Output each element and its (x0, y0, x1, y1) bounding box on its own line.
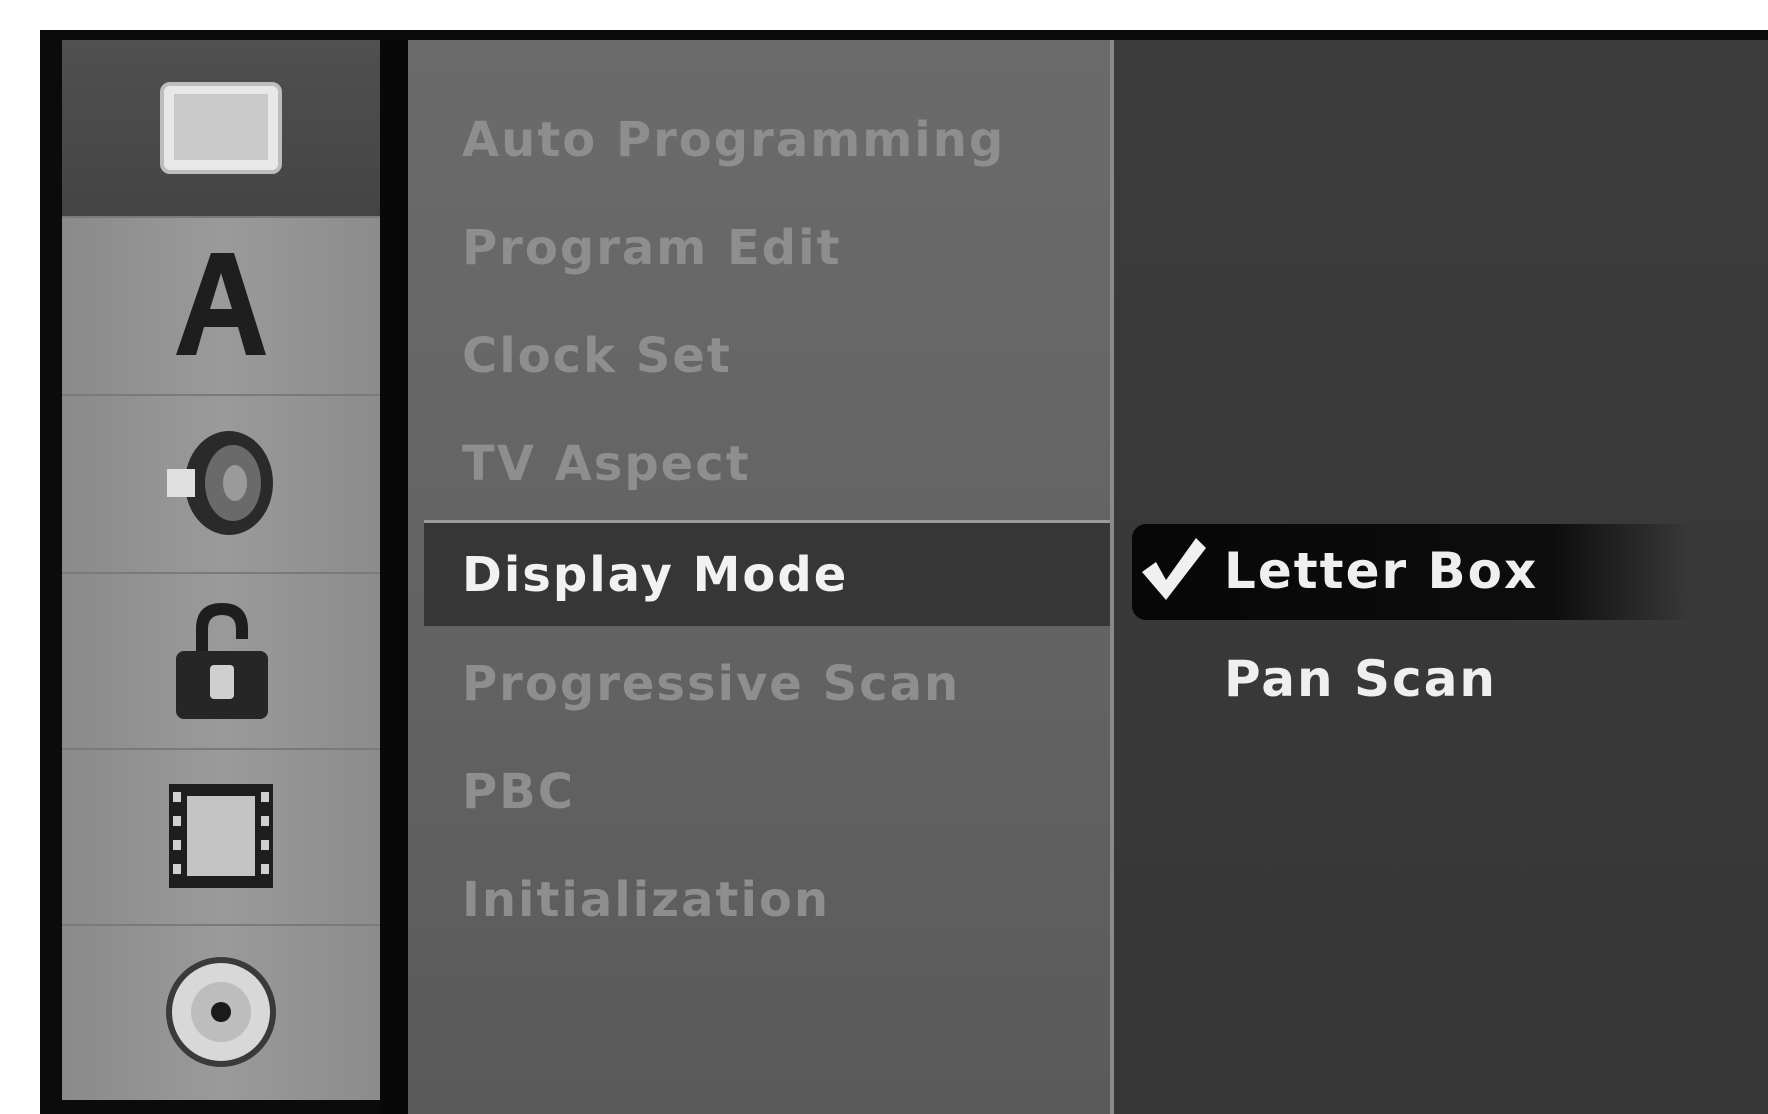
category-lock[interactable] (62, 572, 380, 750)
category-disc[interactable] (62, 924, 380, 1100)
language-icon (176, 253, 266, 355)
panel-divider (380, 40, 408, 1114)
menu-item-display-mode[interactable]: Display Mode (424, 520, 1110, 626)
menu-item-program-edit[interactable]: Program Edit (462, 208, 842, 288)
category-sidebar (62, 40, 380, 1100)
disc-icon (166, 957, 276, 1067)
option-letter-box[interactable]: Letter Box (1224, 526, 1538, 616)
menu-item-auto-programming[interactable]: Auto Programming (462, 100, 1005, 180)
audio-icon (167, 431, 273, 535)
checkmark-icon (1142, 538, 1206, 600)
menu-item-clock-set[interactable]: Clock Set (462, 316, 732, 396)
category-recording[interactable] (62, 748, 380, 926)
option-pan-scan[interactable]: Pan Scan (1224, 634, 1497, 724)
menu-item-pbc[interactable]: PBC (462, 752, 575, 832)
lock-icon (176, 603, 268, 719)
menu-item-tv-aspect[interactable]: TV Aspect (462, 424, 751, 504)
category-language[interactable] (62, 216, 380, 396)
category-audio[interactable] (62, 394, 380, 574)
category-display[interactable] (62, 40, 380, 218)
display-icon (160, 82, 282, 174)
menu-item-initialization[interactable]: Initialization (462, 860, 830, 940)
menu-item-progressive-scan[interactable]: Progressive Scan (462, 644, 960, 724)
recording-icon (169, 784, 273, 888)
